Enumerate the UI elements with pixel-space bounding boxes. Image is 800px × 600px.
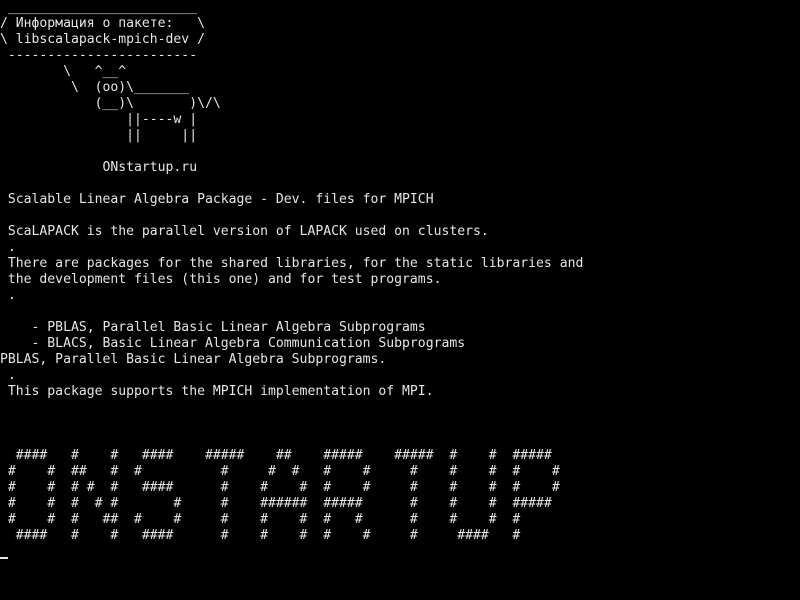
terminal-line: \ (oo)\_______ [0, 80, 190, 95]
terminal-line: # # # ## # # # # # # # # # # # [0, 512, 521, 527]
terminal-line: the development files (this one) and for… [0, 272, 442, 287]
terminal-line: There are packages for the shared librar… [0, 256, 584, 271]
terminal-line: ||----w | [0, 112, 198, 127]
terminal-line: - PBLAS, Parallel Basic Linear Algebra S… [0, 320, 426, 335]
terminal-line: This package supports the MPICH implemen… [0, 384, 434, 399]
text-cursor [0, 557, 8, 559]
terminal-line: . [0, 240, 16, 255]
terminal-line: . [0, 288, 16, 303]
terminal-line: ScaLAPACK is the parallel version of LAP… [0, 224, 489, 239]
terminal-line: \ libscalapack-mpich-dev / [0, 32, 205, 47]
terminal-line: # # # # # #### # # # # # # # # # # [0, 480, 560, 495]
terminal-line: / Информация о пакете: \ [0, 16, 205, 31]
terminal-line: - BLACS, Basic Linear Algebra Communicat… [0, 336, 466, 351]
terminal-line: . [0, 368, 16, 383]
terminal-line: ONstartup.ru [0, 160, 198, 175]
terminal-line: || || [0, 128, 198, 143]
terminal-line: #### # # #### ##### ## ##### ##### # # #… [0, 448, 552, 463]
terminal-line: PBLAS, Parallel Basic Linear Algebra Sub… [0, 352, 387, 367]
terminal-line: ------------------------ [0, 48, 198, 63]
terminal-line: #### # # #### # # # # # # #### # [0, 528, 521, 543]
terminal-line: # # ## # # # # # # # # # # # # [0, 464, 560, 479]
terminal-line: (__)\ )\/\ [0, 96, 221, 111]
terminal-line: ________________________ [0, 0, 198, 15]
terminal-screen[interactable]: ________________________ / Информация о п… [0, 0, 800, 600]
terminal-line: # # # # # # # ###### ##### # # # ##### [0, 496, 552, 511]
terminal-line: \ ^__^ [0, 64, 127, 79]
terminal-line: Scalable Linear Algebra Package - Dev. f… [0, 192, 434, 207]
